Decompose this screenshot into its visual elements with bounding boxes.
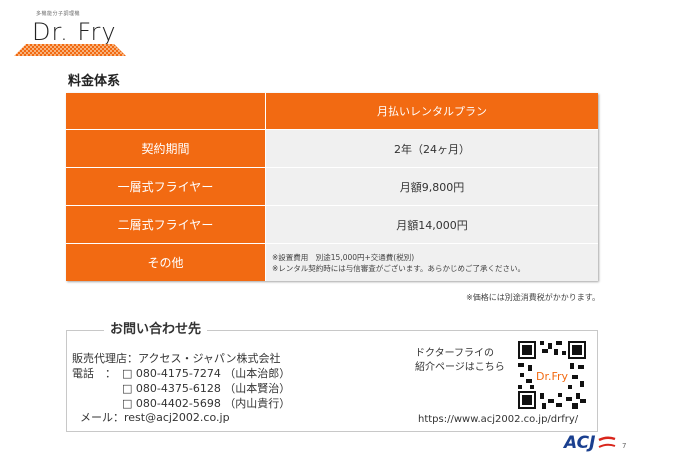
dr-fry-url-link[interactable]: https://www.acj2002.co.jp/drfry/ bbox=[418, 414, 578, 425]
pricing-table: 月払いレンタルプラン 契約期間 2年（24ヶ月） 一層式フライヤー 月額9,80… bbox=[66, 93, 598, 281]
row-label-contract-period: 契約期間 bbox=[66, 129, 266, 168]
row-label-double-fryer: 二層式フライヤー bbox=[66, 205, 266, 244]
pricing-row-single: 一層式フライヤー 月額9,800円 bbox=[66, 167, 598, 206]
qr-inner-logo: Dr.Fry bbox=[536, 370, 569, 383]
row-label-single-fryer: 一層式フライヤー bbox=[66, 167, 266, 206]
section-title: 料金体系 bbox=[68, 74, 121, 89]
contact-agency: 販売代理店：アクセス・ジャパン株式会社 bbox=[72, 352, 281, 365]
row-value-single-fryer: 月額9,800円 bbox=[265, 167, 598, 206]
qr-caption: ドクターフライの 紹介ページはこちら bbox=[415, 347, 505, 375]
row-value-other-notes: ※設置費用 別途15,000円+交通費(税別) ※レンタル契約時には与信審査がご… bbox=[265, 243, 598, 281]
note-setup-fee: ※設置費用 別途15,000円+交通費(税別) bbox=[272, 252, 415, 262]
contact-phone-1[interactable]: □ 080-4175-7274 （山本治郎） bbox=[122, 365, 290, 381]
logo-tagline: 多機能分子調理機 bbox=[36, 11, 81, 17]
row-value-double-fryer: 月額14,000円 bbox=[265, 205, 598, 244]
pricing-header-plan: 月払いレンタルプラン bbox=[265, 93, 598, 130]
logo-grid-graphic bbox=[14, 44, 126, 56]
contact-title: お問い合わせ先 bbox=[104, 318, 208, 337]
row-value-contract-period: 2年（24ヶ月） bbox=[265, 129, 598, 168]
tax-note: ※価格には別途消費税がかかります。 bbox=[466, 293, 600, 302]
dr-fry-logo: 多機能分子調理機 Dr. Fry bbox=[14, 10, 126, 56]
qr-caption-line-2: 紹介ページはこちら bbox=[415, 362, 505, 373]
contact-phone-2[interactable]: □ 080-4375-6128 （山本賢治） bbox=[122, 380, 290, 396]
qr-code-icon[interactable]: Dr.Fry bbox=[518, 341, 586, 409]
note-credit-check: ※レンタル契約時には与信審査がございます。あらかじめご了承ください。 bbox=[272, 263, 526, 273]
contact-mail[interactable]: メール：rest@acj2002.co.jp bbox=[80, 409, 230, 425]
pricing-row-other: その他 ※設置費用 別途15,000円+交通費(税別) ※レンタル契約時には与信… bbox=[66, 243, 598, 281]
logo-name: Dr. Fry bbox=[32, 18, 117, 46]
pricing-row-double: 二層式フライヤー 月額14,000円 bbox=[66, 205, 598, 244]
row-label-other: その他 bbox=[66, 243, 266, 281]
pricing-header-row: 月払いレンタルプラン bbox=[66, 93, 598, 130]
acj-swoosh-icon bbox=[598, 436, 616, 448]
pricing-header-empty bbox=[66, 93, 266, 130]
pricing-row-contract: 契約期間 2年（24ヶ月） bbox=[66, 129, 598, 168]
qr-caption-line-1: ドクターフライの bbox=[415, 348, 494, 359]
acj-company-logo: ACJ bbox=[564, 433, 596, 453]
page-number: 7 bbox=[622, 442, 627, 450]
contact-phone-label: 電話 ： bbox=[72, 367, 116, 380]
